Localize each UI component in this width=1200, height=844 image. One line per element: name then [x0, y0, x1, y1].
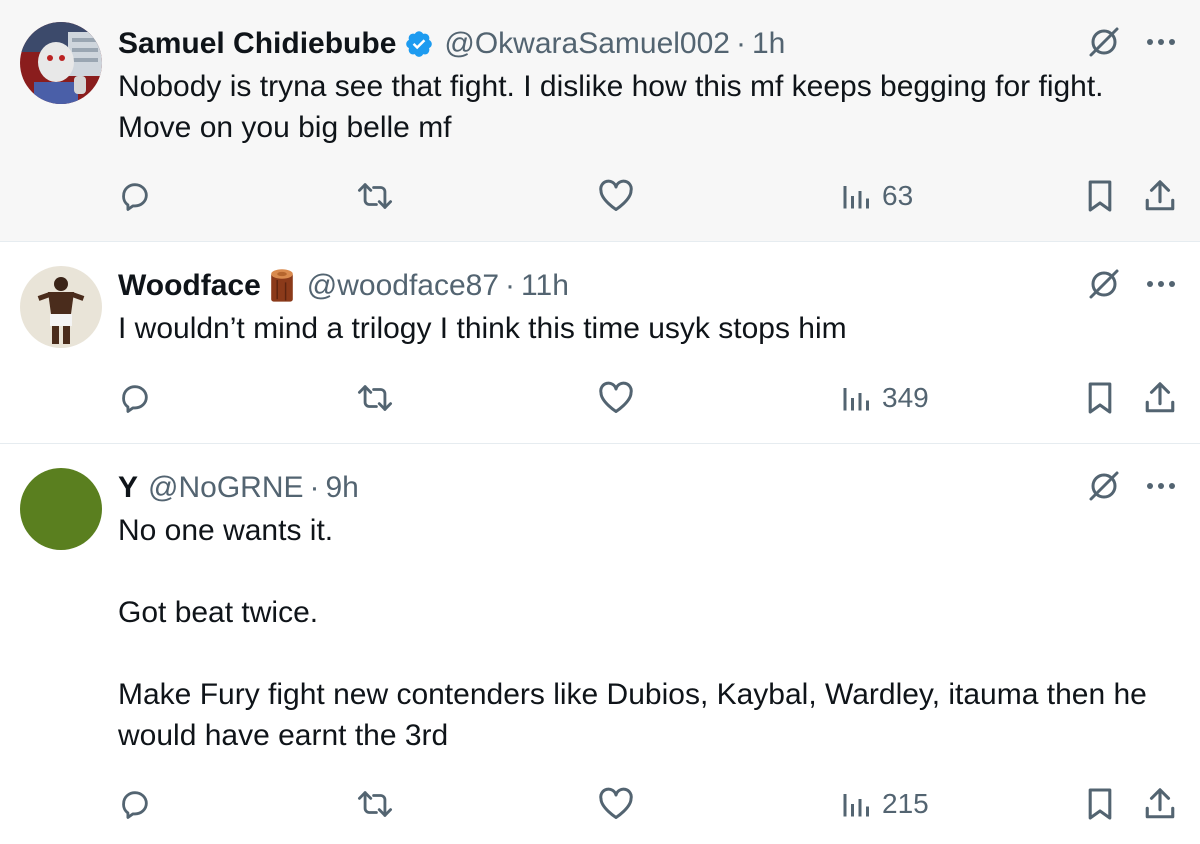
views-button[interactable]: 215 [842, 788, 929, 820]
retweet-arrows-icon[interactable] [356, 787, 394, 821]
bookmark-icon[interactable] [1086, 787, 1114, 821]
separator-dot: · [735, 27, 746, 60]
more-dots-icon[interactable] [1146, 481, 1176, 491]
separator-dot: · [505, 269, 516, 302]
tweet-text: I wouldn’t mind a trilogy I think this t… [118, 312, 847, 345]
bookmark-icon[interactable] [1086, 381, 1114, 415]
views-count: 215 [882, 788, 929, 819]
heart-icon[interactable] [598, 179, 634, 213]
author-handle[interactable]: @NoGRNE [148, 471, 303, 505]
views-bars-icon [842, 789, 870, 819]
views-count: 63 [882, 180, 914, 211]
avatar[interactable] [20, 468, 102, 550]
retweet-arrows-icon[interactable] [356, 381, 394, 415]
views-bars-icon [842, 181, 870, 211]
avatar[interactable] [20, 22, 102, 104]
reply-bubble-icon[interactable] [118, 787, 152, 821]
reply-bubble-icon[interactable] [118, 179, 152, 213]
grok-slash-icon[interactable] [1086, 24, 1122, 60]
more-dots-icon[interactable] [1146, 279, 1176, 289]
verified-badge-icon [404, 29, 434, 59]
author-handle[interactable]: @woodface87 [307, 269, 499, 303]
tweet-text: Nobody is tryna see that fight. I dislik… [118, 70, 1112, 144]
heart-icon[interactable] [598, 787, 634, 821]
timestamp[interactable]: 9h [326, 471, 359, 505]
reply-bubble-icon[interactable] [118, 381, 152, 415]
author-name[interactable]: Samuel Chidiebube [118, 27, 396, 61]
share-upload-icon[interactable] [1144, 179, 1176, 213]
share-upload-icon[interactable] [1144, 787, 1176, 821]
more-dots-icon[interactable] [1146, 37, 1176, 47]
views-button[interactable]: 63 [842, 180, 913, 212]
reply-tweet-1[interactable]: Samuel Chidiebube @OkwaraSamuel002 · 1h … [0, 0, 1200, 242]
avatar[interactable] [20, 266, 102, 348]
timestamp[interactable]: 11h [521, 269, 569, 303]
author-name[interactable]: Woodface [118, 269, 261, 303]
timestamp[interactable]: 1h [752, 27, 785, 61]
bookmark-icon[interactable] [1086, 179, 1114, 213]
reply-tweet-2[interactable]: Woodface @woodface87 · 11h I wouldn’t mi… [0, 242, 1200, 444]
separator-dot: · [309, 471, 320, 504]
share-upload-icon[interactable] [1144, 381, 1176, 415]
author-name[interactable]: Y [118, 471, 138, 505]
views-button[interactable]: 349 [842, 382, 929, 414]
views-count: 349 [882, 382, 929, 413]
retweet-arrows-icon[interactable] [356, 179, 394, 213]
reply-tweet-3[interactable]: Y @NoGRNE · 9h No one wants it. Got beat… [0, 444, 1200, 844]
log-emoji [267, 268, 297, 304]
grok-slash-icon[interactable] [1086, 266, 1122, 302]
heart-icon[interactable] [598, 381, 634, 415]
author-handle[interactable]: @OkwaraSamuel002 [444, 27, 730, 61]
grok-slash-icon[interactable] [1086, 468, 1122, 504]
views-bars-icon [842, 383, 870, 413]
tweet-text: No one wants it. Got beat twice. Make Fu… [118, 514, 1147, 752]
